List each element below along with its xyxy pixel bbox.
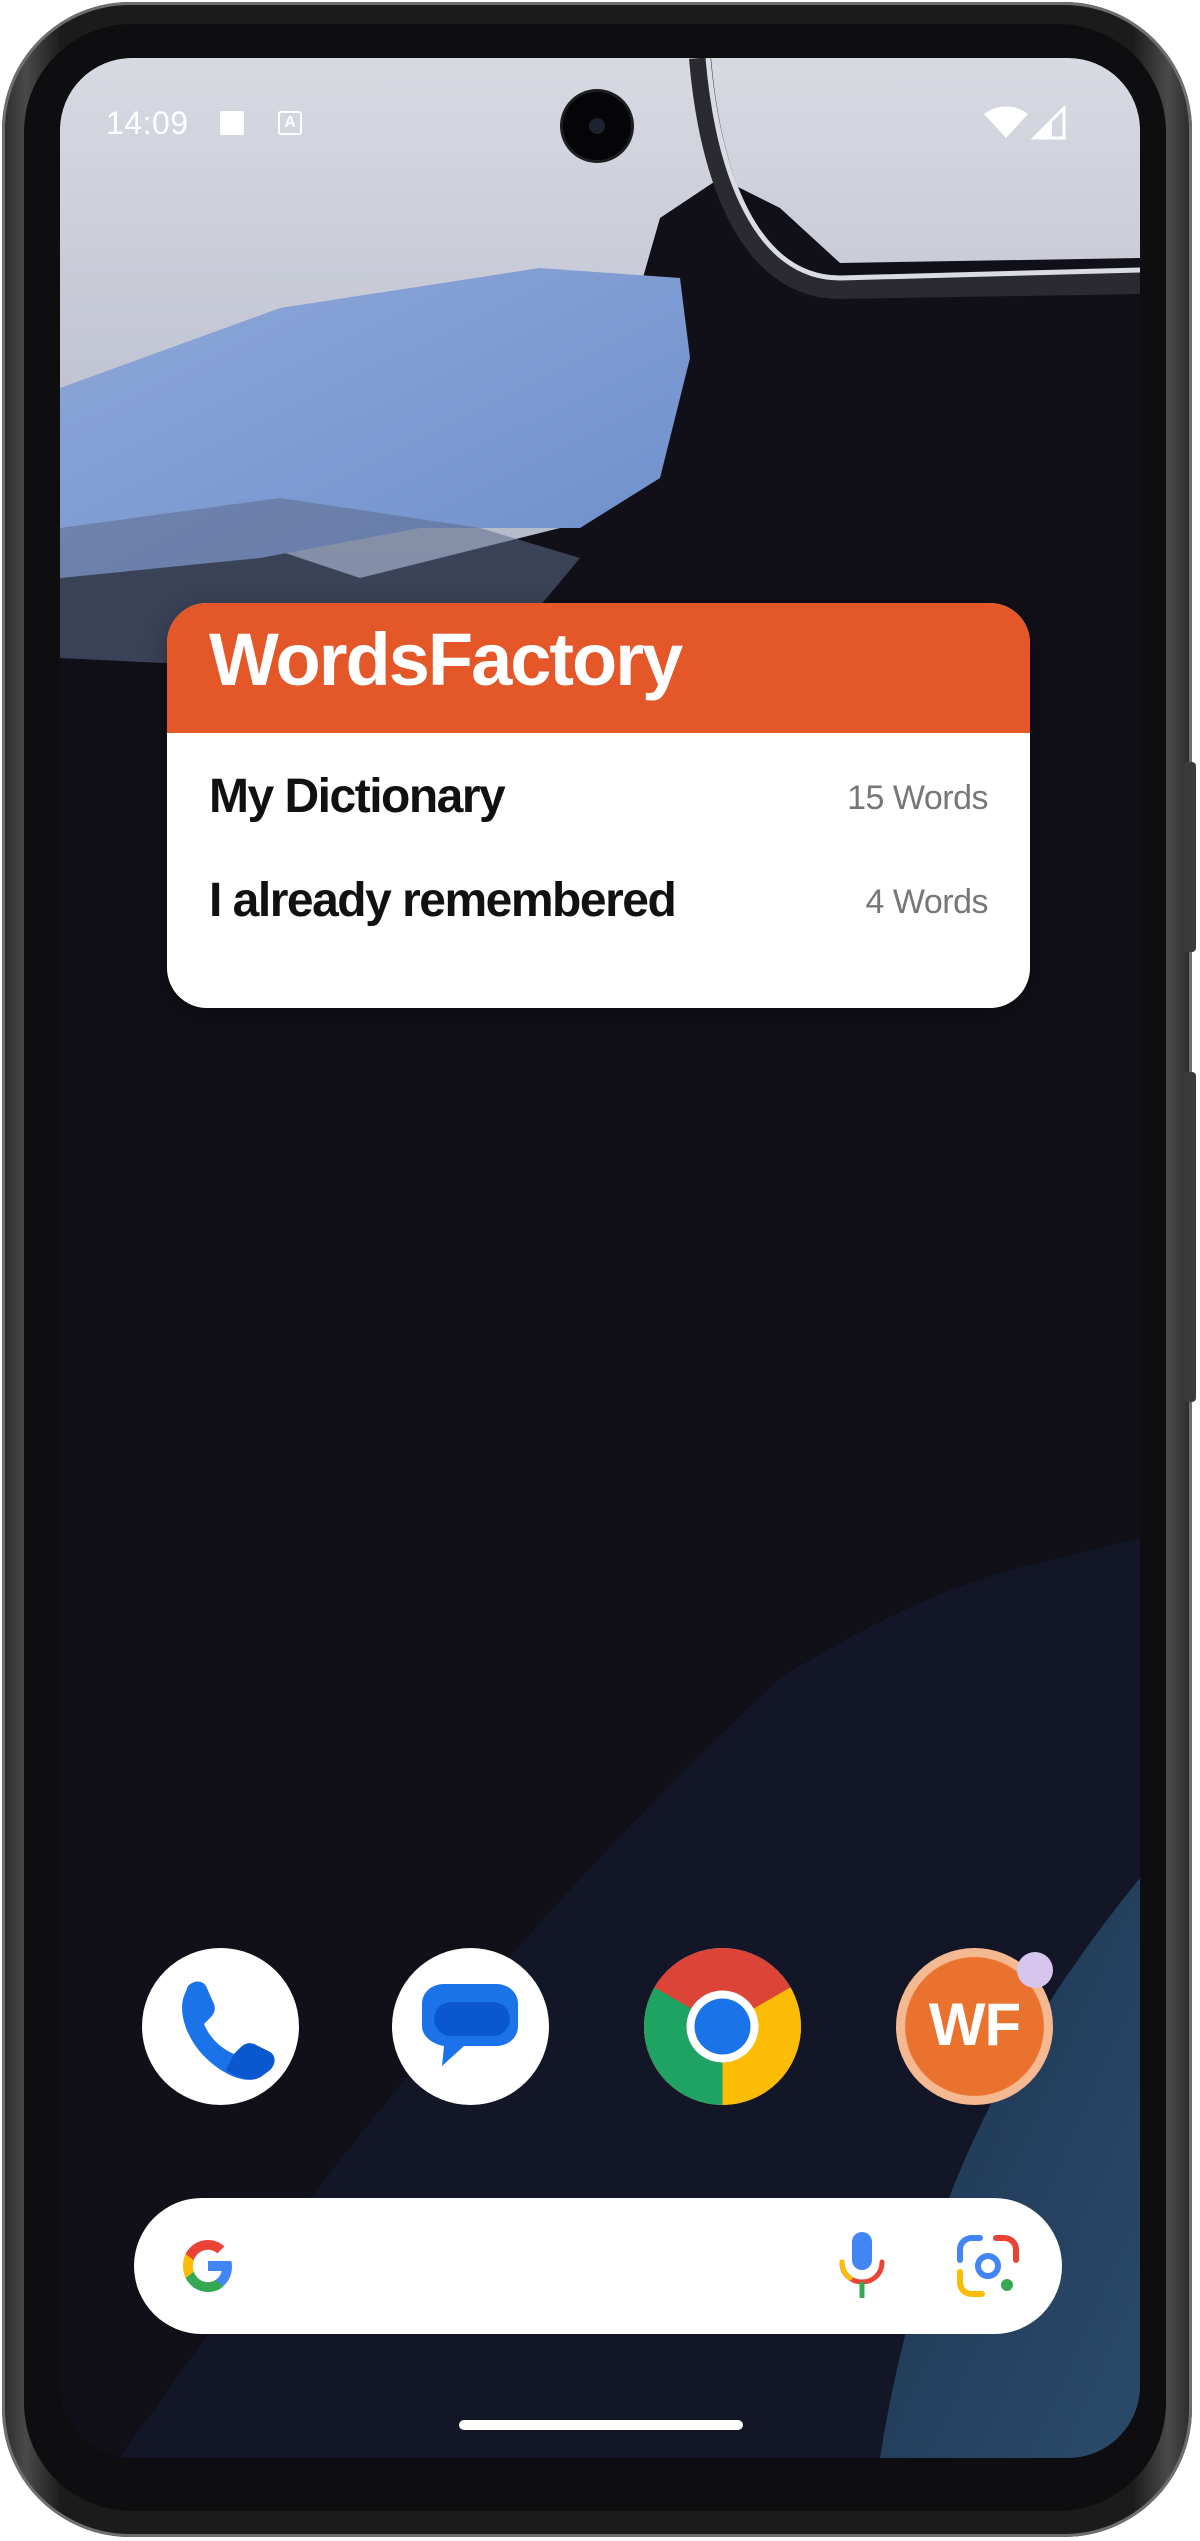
widget-row-remembered[interactable]: I already remembered 4 Words (209, 867, 989, 937)
status-icons (984, 106, 1066, 140)
notification-a-icon: A (278, 111, 302, 135)
chrome-icon (644, 1948, 801, 2105)
status-time: 14:09 (106, 105, 189, 141)
google-search-bar[interactable] (134, 2198, 1062, 2334)
widget-title: WordsFactory (209, 618, 683, 701)
phone-icon (182, 1981, 275, 2080)
wordsfactory-icon: WF (928, 1991, 1021, 2058)
google-lens-icon[interactable] (954, 2232, 1022, 2300)
phone-frame: 14:09 A WordsFactory My Dictionary 15 Wo… (0, 0, 1200, 2541)
widget-row-label: I already remembered (209, 874, 677, 927)
chrome-app-icon[interactable] (644, 1948, 801, 2105)
messages-icon (422, 1984, 518, 2066)
volume-button (1184, 1072, 1196, 1402)
signal-icon (1030, 106, 1066, 140)
widget-header: WordsFactory (167, 603, 1030, 733)
wifi-icon (984, 106, 1028, 138)
google-g-icon (183, 2240, 232, 2292)
home-indicator[interactable] (459, 2420, 743, 2430)
wordsfactory-app-icon[interactable]: WF (896, 1948, 1053, 2105)
front-camera (563, 92, 631, 160)
notification-dot (1017, 1952, 1053, 1988)
widget-row-label: My Dictionary (209, 770, 506, 823)
status-bar: 14:09 A (60, 58, 1140, 168)
notification-square-icon (220, 111, 244, 135)
widget-row-count: 4 Words (865, 883, 989, 921)
messages-app-icon[interactable] (392, 1948, 549, 2105)
wordsfactory-widget[interactable]: WordsFactory My Dictionary 15 Words I al… (167, 603, 1030, 1008)
microphone-icon[interactable] (834, 2228, 890, 2304)
home-screen: 14:09 A WordsFactory My Dictionary 15 Wo… (60, 58, 1140, 2458)
widget-row-count: 15 Words (847, 779, 988, 817)
phone-app-icon[interactable] (142, 1948, 299, 2105)
power-button (1184, 762, 1196, 952)
widget-row-my-dictionary[interactable]: My Dictionary 15 Words (209, 763, 988, 833)
